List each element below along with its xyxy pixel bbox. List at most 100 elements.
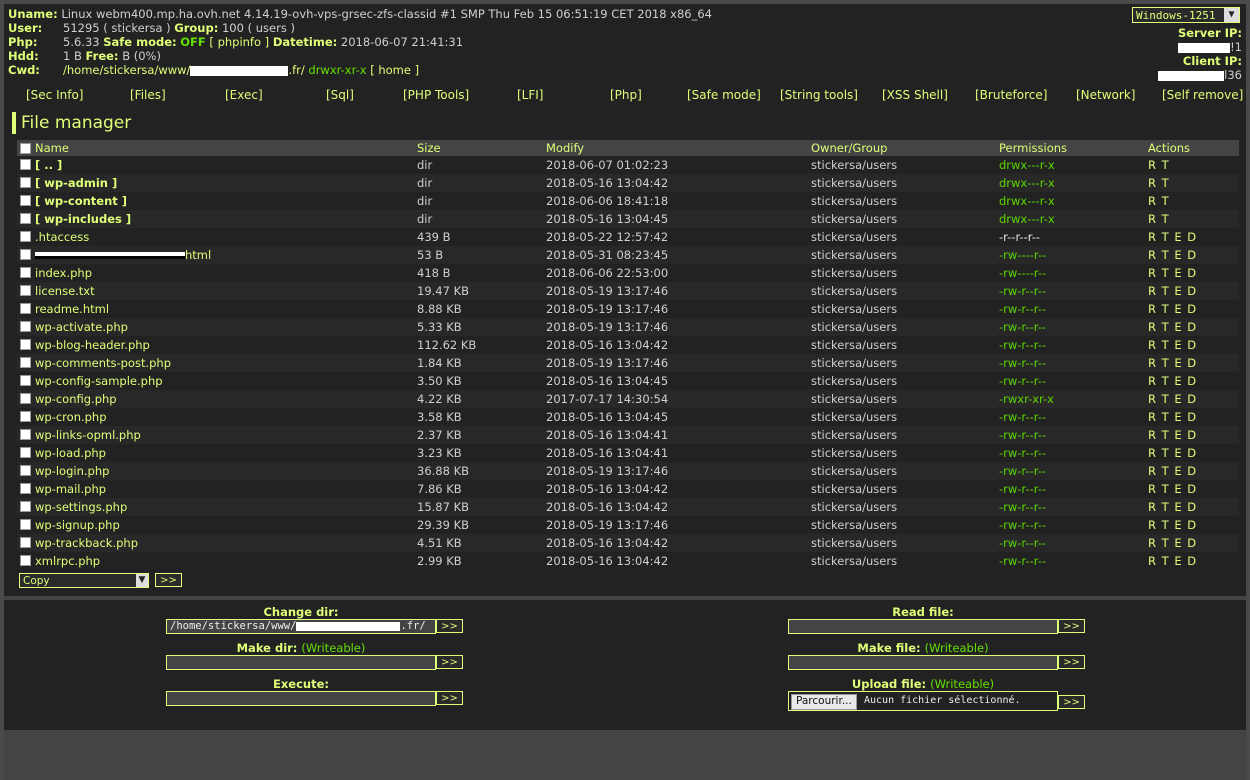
file-permissions[interactable]: drwx---r-x: [999, 212, 1055, 226]
file-name-link[interactable]: [ wp-content ]: [35, 194, 127, 208]
bulk-action-select[interactable]: Copy ▼: [19, 573, 149, 588]
file-actions[interactable]: R T E D: [1148, 356, 1197, 370]
row-checkbox[interactable]: [20, 249, 31, 260]
file-name-link[interactable]: html: [35, 248, 211, 262]
file-permissions[interactable]: -rw-r--r--: [999, 374, 1046, 388]
col-owner[interactable]: Owner/Group: [811, 141, 887, 155]
row-checkbox[interactable]: [20, 393, 31, 404]
file-actions[interactable]: R T: [1148, 176, 1170, 190]
file-name-link[interactable]: wp-mail.php: [35, 482, 106, 496]
file-permissions[interactable]: -r--r--r--: [999, 230, 1040, 244]
row-checkbox[interactable]: [20, 177, 31, 188]
file-permissions[interactable]: drwx---r-x: [999, 194, 1055, 208]
file-actions[interactable]: R T E D: [1148, 338, 1197, 352]
cwd-path-link[interactable]: /home/stickersa/www/: [63, 63, 190, 77]
file-actions[interactable]: R T E D: [1148, 500, 1197, 514]
file-name-link[interactable]: wp-settings.php: [35, 500, 127, 514]
file-name-link[interactable]: [ .. ]: [35, 158, 62, 172]
file-name-link[interactable]: wp-cron.php: [35, 410, 107, 424]
row-checkbox[interactable]: [20, 231, 31, 242]
row-checkbox[interactable]: [20, 339, 31, 350]
file-name-link[interactable]: license.txt: [35, 284, 95, 298]
file-permissions[interactable]: -rw----r--: [999, 266, 1046, 280]
nav-self-remove[interactable]: [Self remove]: [1162, 88, 1243, 102]
nav-files[interactable]: [Files]: [130, 88, 166, 102]
file-permissions[interactable]: -rw-r--r--: [999, 464, 1046, 478]
file-name-link[interactable]: wp-signup.php: [35, 518, 120, 532]
file-permissions[interactable]: -rw-r--r--: [999, 302, 1046, 316]
row-checkbox[interactable]: [20, 519, 31, 530]
row-checkbox[interactable]: [20, 267, 31, 278]
file-name-link[interactable]: wp-load.php: [35, 446, 106, 460]
nav-xss-shell[interactable]: [XSS Shell]: [882, 88, 948, 102]
file-permissions[interactable]: -rw-r--r--: [999, 428, 1046, 442]
file-actions[interactable]: R T: [1148, 212, 1170, 226]
file-name-link[interactable]: index.php: [35, 266, 92, 280]
file-permissions[interactable]: -rw-r--r--: [999, 356, 1046, 370]
file-permissions[interactable]: -rw-r--r--: [999, 410, 1046, 424]
file-actions[interactable]: R T E D: [1148, 284, 1197, 298]
file-name-link[interactable]: wp-login.php: [35, 464, 109, 478]
col-permissions[interactable]: Permissions: [999, 141, 1067, 155]
file-permissions[interactable]: -rw-r--r--: [999, 518, 1046, 532]
nav-php[interactable]: [Php]: [610, 88, 642, 102]
file-permissions[interactable]: -rw-r--r--: [999, 482, 1046, 496]
file-actions[interactable]: R T E D: [1148, 320, 1197, 334]
nav-exec[interactable]: [Exec]: [225, 88, 263, 102]
row-checkbox[interactable]: [20, 375, 31, 386]
file-actions[interactable]: R T E D: [1148, 230, 1197, 244]
file-actions[interactable]: R T: [1148, 194, 1170, 208]
file-actions[interactable]: R T E D: [1148, 482, 1197, 496]
file-name-link[interactable]: .htaccess: [35, 230, 89, 244]
file-actions[interactable]: R T E D: [1148, 428, 1197, 442]
upload-file-go-button[interactable]: >>: [1058, 695, 1085, 709]
row-checkbox[interactable]: [20, 303, 31, 314]
col-name[interactable]: Name: [35, 141, 69, 155]
upload-file-input[interactable]: Parcourir... Aucun fichier sélectionné.: [788, 691, 1058, 711]
file-name-link[interactable]: [ wp-admin ]: [35, 176, 117, 190]
file-permissions[interactable]: -rw-r--r--: [999, 284, 1046, 298]
execute-go-button[interactable]: >>: [436, 691, 463, 705]
row-checkbox[interactable]: [20, 321, 31, 332]
file-actions[interactable]: R T E D: [1148, 518, 1197, 532]
file-permissions[interactable]: drwx---r-x: [999, 158, 1055, 172]
file-name-link[interactable]: [ wp-includes ]: [35, 212, 131, 226]
nav-string-tools[interactable]: [String tools]: [780, 88, 858, 102]
make-dir-input[interactable]: [166, 655, 436, 670]
file-permissions[interactable]: -rw-r--r--: [999, 338, 1046, 352]
phpinfo-link[interactable]: [ phpinfo ]: [209, 35, 269, 49]
home-link[interactable]: [ home ]: [370, 63, 419, 77]
row-checkbox[interactable]: [20, 447, 31, 458]
file-permissions[interactable]: drwx---r-x: [999, 176, 1055, 190]
file-permissions[interactable]: -rw-r--r--: [999, 500, 1046, 514]
file-actions[interactable]: R T E D: [1148, 410, 1197, 424]
change-dir-go-button[interactable]: >>: [436, 619, 463, 633]
row-checkbox[interactable]: [20, 213, 31, 224]
make-dir-go-button[interactable]: >>: [436, 655, 463, 669]
file-actions[interactable]: R T E D: [1148, 536, 1197, 550]
col-size[interactable]: Size: [417, 141, 441, 155]
file-actions[interactable]: R T E D: [1148, 302, 1197, 316]
file-actions[interactable]: R T E D: [1148, 446, 1197, 460]
nav-sec-info[interactable]: [Sec Info]: [26, 88, 84, 102]
file-actions[interactable]: R T E D: [1148, 554, 1197, 568]
read-file-go-button[interactable]: >>: [1058, 619, 1085, 633]
nav-lfi[interactable]: [LFI]: [517, 88, 544, 102]
execute-input[interactable]: [166, 691, 436, 706]
file-permissions[interactable]: -rw-r--r--: [999, 536, 1046, 550]
nav-network[interactable]: [Network]: [1076, 88, 1135, 102]
encoding-select[interactable]: Windows-1251 ▼: [1132, 7, 1240, 23]
nav-php-tools[interactable]: [PHP Tools]: [403, 88, 469, 102]
row-checkbox[interactable]: [20, 537, 31, 548]
row-checkbox[interactable]: [20, 501, 31, 512]
select-all-checkbox[interactable]: [20, 143, 31, 154]
nav-bruteforce[interactable]: [Bruteforce]: [975, 88, 1047, 102]
file-name-link[interactable]: wp-config.php: [35, 392, 117, 406]
file-name-link[interactable]: xmlrpc.php: [35, 554, 100, 568]
browse-button[interactable]: Parcourir...: [791, 694, 857, 710]
file-permissions[interactable]: -rw-r--r--: [999, 554, 1046, 568]
file-name-link[interactable]: wp-links-opml.php: [35, 428, 141, 442]
make-file-input[interactable]: [788, 655, 1058, 670]
col-modify[interactable]: Modify: [546, 141, 584, 155]
file-actions[interactable]: R T: [1148, 158, 1170, 172]
